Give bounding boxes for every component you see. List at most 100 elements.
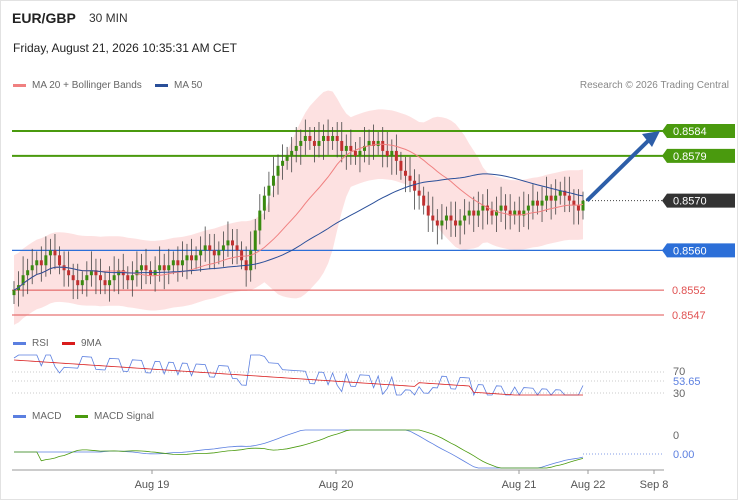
candle-body <box>440 220 444 226</box>
candle-body <box>162 265 166 271</box>
candle-body <box>126 275 130 281</box>
macd-line <box>14 429 584 469</box>
candle-body <box>262 195 266 211</box>
level-tag-text-0.8570: 0.8570 <box>673 196 707 208</box>
candle-body <box>576 205 580 211</box>
candle-body <box>26 270 30 276</box>
candle-body <box>317 140 321 146</box>
candle-body <box>444 215 448 221</box>
rsi-value: 53.65 <box>673 376 701 388</box>
candle-body <box>240 250 244 261</box>
candle-body <box>567 195 571 201</box>
level-label-0.8547: 0.8547 <box>672 310 706 322</box>
candle-body <box>12 290 16 296</box>
candle-body <box>85 275 89 281</box>
macd-level-0: 0 <box>673 430 679 442</box>
candle-body <box>221 245 225 251</box>
candle-body <box>112 275 116 281</box>
candle-body <box>326 135 330 141</box>
candle-body <box>103 280 107 286</box>
candle-body <box>108 280 112 286</box>
candle-body <box>413 180 417 191</box>
candle-body <box>399 160 403 171</box>
candle-body <box>472 210 476 216</box>
candle-body <box>426 205 430 216</box>
forecast-arrow-shaft <box>585 137 652 203</box>
candle-body <box>290 150 294 156</box>
candle-body <box>276 165 280 176</box>
candle-body <box>385 150 389 156</box>
candle-body <box>212 250 216 256</box>
candle-body <box>458 220 462 226</box>
candle-body <box>208 245 212 251</box>
candle-body <box>130 275 134 281</box>
level-tag-text-0.8560: 0.8560 <box>673 245 707 257</box>
candle-body <box>281 160 285 166</box>
candle-body <box>48 250 52 256</box>
candle-body <box>322 135 326 141</box>
candle-body <box>203 245 207 251</box>
candle-body <box>271 175 275 186</box>
candle-body <box>394 150 398 161</box>
candle-body <box>176 260 180 266</box>
candle-body <box>526 205 530 211</box>
candle-body <box>144 265 148 271</box>
candle-body <box>467 210 471 216</box>
candle-body <box>535 200 539 206</box>
candle-body <box>449 215 453 221</box>
candle-body <box>549 195 553 201</box>
candle-body <box>98 275 102 281</box>
candle-body <box>35 260 39 266</box>
candle-body <box>540 200 544 206</box>
candle-body <box>581 200 585 211</box>
candle-body <box>158 265 162 271</box>
candle-body <box>408 175 412 181</box>
level-label-0.8552: 0.8552 <box>672 285 706 297</box>
candle-body <box>180 260 184 266</box>
candle-body <box>349 145 353 151</box>
candle-body <box>226 240 230 246</box>
candle-body <box>545 195 549 201</box>
candle-body <box>463 215 467 221</box>
candle-body <box>335 135 339 141</box>
candle-body <box>267 185 271 196</box>
candle-body <box>476 210 480 216</box>
candle-body <box>308 135 312 141</box>
rsi-line <box>13 354 584 397</box>
candle-body <box>353 150 357 156</box>
candle-body <box>167 265 171 271</box>
candle-body <box>417 190 421 196</box>
candle-body <box>531 200 535 206</box>
candle-body <box>481 205 485 211</box>
candle-body <box>258 210 262 231</box>
candle-body <box>422 195 426 206</box>
candle-body <box>199 250 203 256</box>
candle-body <box>403 170 407 176</box>
candle-body <box>30 265 34 271</box>
macd-signal-line <box>14 429 584 469</box>
candle-body <box>217 250 221 256</box>
candle-body <box>331 135 335 141</box>
candle-body <box>53 250 57 256</box>
candle-body <box>454 220 458 226</box>
candle-body <box>431 215 435 221</box>
candle-body <box>390 150 394 156</box>
candle-body <box>303 135 307 141</box>
candle-body <box>139 265 143 271</box>
rsi-ma-line <box>13 359 583 396</box>
candle-body <box>358 150 362 156</box>
candle-body <box>58 255 62 266</box>
x-tick-label: Sep 8 <box>640 479 669 491</box>
candle-body <box>294 145 298 151</box>
level-tag-text-0.8579: 0.8579 <box>673 151 707 163</box>
level-tag-text-0.8584: 0.8584 <box>673 126 707 138</box>
candle-body <box>435 220 439 226</box>
candle-body <box>80 280 84 286</box>
candle-body <box>67 270 71 276</box>
candle-body <box>312 140 316 146</box>
x-tick-label: Aug 21 <box>502 479 537 491</box>
x-tick-label: Aug 20 <box>319 479 354 491</box>
candle-body <box>44 255 48 266</box>
candle-body <box>554 195 558 201</box>
candle-body <box>171 260 175 266</box>
